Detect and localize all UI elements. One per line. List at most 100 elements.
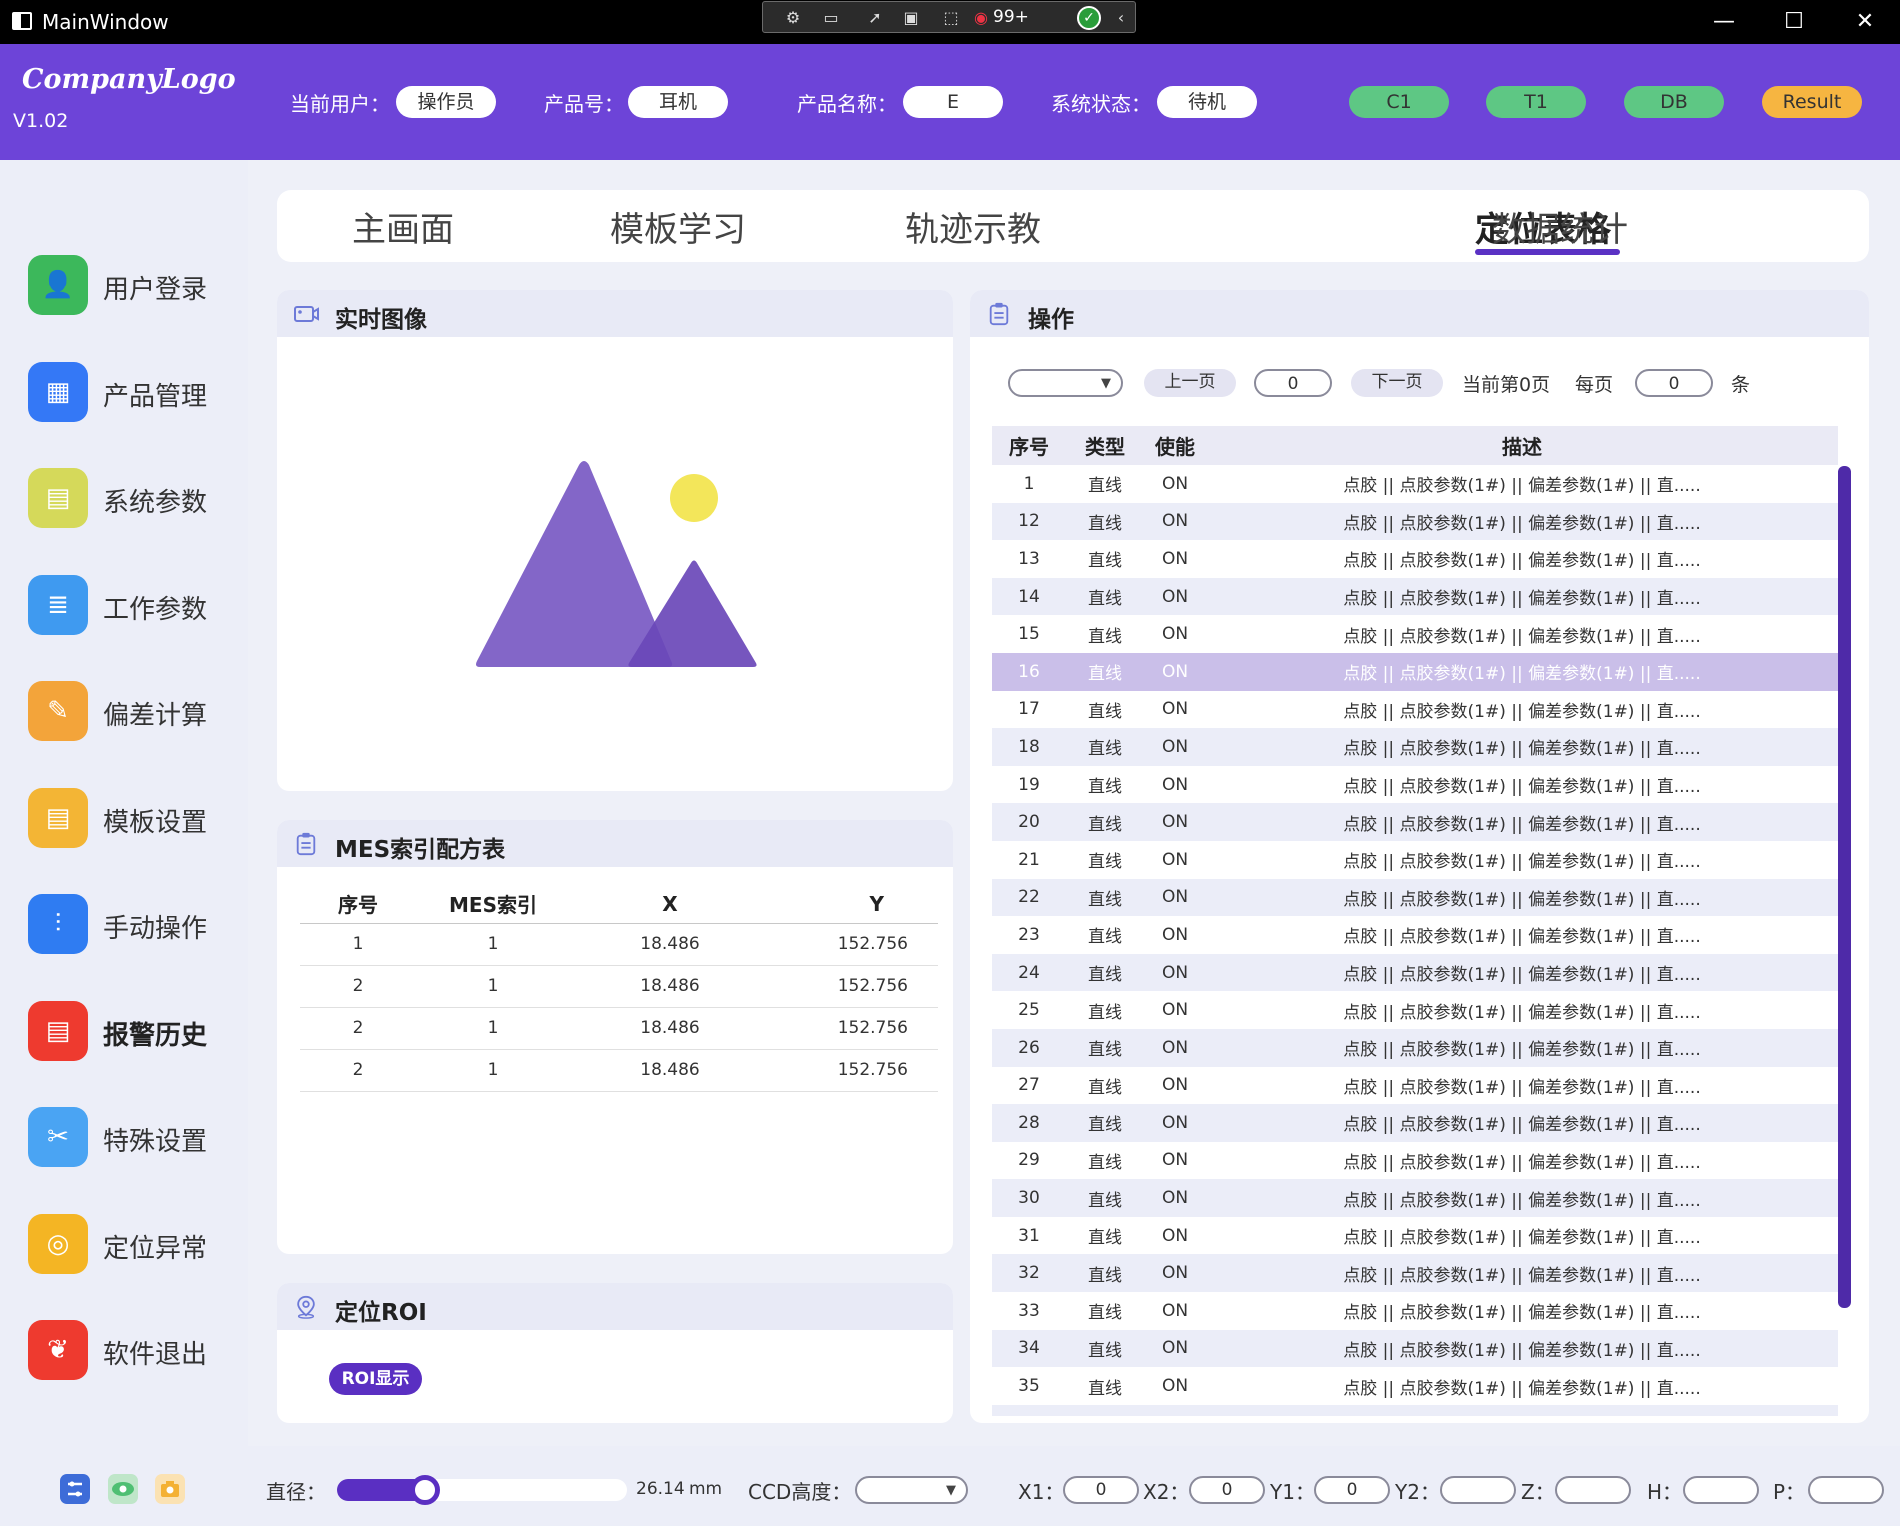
table-cell: 19 xyxy=(1018,774,1040,795)
c1-button[interactable]: C1 xyxy=(1349,86,1449,118)
sidebar-item-2[interactable]: ▦ 产品管理 xyxy=(28,361,238,424)
table-row[interactable]: 26 直线 ON 点胶 || 点胶参数(1#) || 偏差参数(1#) || 直...… xyxy=(992,1028,1838,1067)
table-row[interactable]: 24 直线 ON 点胶 || 点胶参数(1#) || 偏差参数(1#) || 直...… xyxy=(992,953,1838,992)
y1-input[interactable]: 0 xyxy=(1314,1476,1390,1504)
collapse-arrow-icon[interactable]: ‹ xyxy=(1109,8,1133,28)
next-page-button[interactable]: 下一页 xyxy=(1351,369,1443,397)
operation-dropdown[interactable]: ▼ xyxy=(1008,369,1123,397)
table-cell: 31 xyxy=(1018,1225,1040,1246)
table-row[interactable]: 31 直线 ON 点胶 || 点胶参数(1#) || 偏差参数(1#) || 直...… xyxy=(992,1217,1838,1255)
tab-trajectory-teaching[interactable]: 轨迹示教 xyxy=(905,202,1041,251)
check-icon[interactable]: ✓ xyxy=(1077,6,1101,30)
roi-display-button[interactable]: ROI显示 xyxy=(329,1363,422,1395)
sidebar-item-3[interactable]: ▤ 系统参数 xyxy=(28,468,238,530)
diameter-value: 26.14 xyxy=(636,1479,685,1499)
ccd-height-dropdown[interactable]: ▼ xyxy=(855,1476,968,1504)
table-cell: 直线 xyxy=(1088,551,1122,572)
eye-icon[interactable] xyxy=(108,1474,138,1504)
table-row[interactable]: 30 直线 ON 点胶 || 点胶参数(1#) || 偏差参数(1#) || 直...… xyxy=(992,1179,1838,1217)
p-input[interactable] xyxy=(1808,1476,1884,1504)
settings-sliders-icon[interactable] xyxy=(60,1474,90,1504)
table-row[interactable]: 12 直线 ON 点胶 || 点胶参数(1#) || 偏差参数(1#) || 直...… xyxy=(992,502,1838,541)
close-button[interactable]: ✕ xyxy=(1845,6,1885,38)
db-button[interactable]: DB xyxy=(1624,86,1724,118)
result-button[interactable]: Result xyxy=(1762,86,1862,118)
system-status-label: 系统状态： xyxy=(1051,92,1151,116)
sidebar-item-7[interactable]: ⫶ 手动操作 xyxy=(28,894,238,956)
table-cell: ON xyxy=(1161,548,1189,569)
table-cell: ON xyxy=(1144,1254,1206,1293)
sidebar-item-6[interactable]: ▤ 模板设置 xyxy=(28,787,238,850)
x2-input[interactable]: 0 xyxy=(1189,1476,1265,1504)
tab-template-learning[interactable]: 模板学习 xyxy=(610,202,746,251)
operation-table-scrollbar[interactable] xyxy=(1838,466,1851,1308)
table-cell: 直线 xyxy=(1066,1329,1144,1368)
sidebar-item-8[interactable]: ▤ 报警历史 xyxy=(28,1000,238,1063)
table-row[interactable]: 32 直线 ON 点胶 || 点胶参数(1#) || 偏差参数(1#) || 直...… xyxy=(992,1254,1838,1293)
prev-page-button[interactable]: 上一页 xyxy=(1144,369,1236,397)
sidebar-item-9[interactable]: ✂ 特殊设置 xyxy=(28,1107,238,1169)
table-row[interactable]: 2 1 18.486 152.756 xyxy=(300,1049,938,1092)
table-row[interactable]: 1 直线 ON 点胶 || 点胶参数(1#) || 偏差参数(1#) || 直....… xyxy=(992,465,1838,503)
operation-table-container[interactable]: 序号 类型 使能 描述 1 直线 ON 点胶 || 点胶参数(1#) || 偏差参数(… xyxy=(992,426,1838,1416)
page-input[interactable]: 0 xyxy=(1254,369,1332,397)
table-cell: ON xyxy=(1144,502,1206,541)
table-row[interactable]: 23 直线 ON 点胶 || 点胶参数(1#) || 偏差参数(1#) || 直...… xyxy=(992,916,1838,954)
sidebar-item-label: 用户登录 xyxy=(103,275,208,305)
tab-main[interactable]: 主画面 xyxy=(352,202,454,251)
z-input[interactable] xyxy=(1555,1476,1631,1504)
table-row[interactable]: 14 直线 ON 点胶 || 点胶参数(1#) || 偏差参数(1#) || 直...… xyxy=(992,577,1838,616)
region-capture-icon[interactable]: ⬚ xyxy=(939,8,963,28)
table-row[interactable]: 27 直线 ON 点胶 || 点胶参数(1#) || 偏差参数(1#) || 直...… xyxy=(992,1067,1838,1105)
tab-data-statistics[interactable]: 数据统计 xyxy=(1492,202,1628,251)
table-row[interactable]: 22 直线 ON 点胶 || 点胶参数(1#) || 偏差参数(1#) || 直...… xyxy=(992,878,1838,917)
user-icon: 👤 xyxy=(28,255,88,315)
screenshot-settings-icon[interactable]: ⚙ xyxy=(781,8,805,28)
table-row[interactable]: 17 直线 ON 点胶 || 点胶参数(1#) || 偏差参数(1#) || 直...… xyxy=(992,691,1838,729)
table-row[interactable]: 21 直线 ON 点胶 || 点胶参数(1#) || 偏差参数(1#) || 直...… xyxy=(992,841,1838,879)
y2-input[interactable] xyxy=(1440,1476,1516,1504)
table-row[interactable]: 18 直线 ON 点胶 || 点胶参数(1#) || 偏差参数(1#) || 直...… xyxy=(992,728,1838,766)
table-row[interactable]: 29 直线 ON 点胶 || 点胶参数(1#) || 偏差参数(1#) || 直...… xyxy=(992,1142,1838,1180)
table-cell: 27 xyxy=(1018,1075,1040,1096)
pointer-select-icon[interactable]: ➚ xyxy=(863,8,887,28)
table-row[interactable]: 33 直线 ON 点胶 || 点胶参数(1#) || 偏差参数(1#) || 直...… xyxy=(992,1292,1838,1330)
record-icon[interactable]: ◉ xyxy=(969,8,993,28)
window-capture-icon[interactable]: ▣ xyxy=(899,8,923,28)
sidebar-item-4[interactable]: ≣ 工作参数 xyxy=(28,574,238,637)
table-row[interactable]: 28 直线 ON 点胶 || 点胶参数(1#) || 偏差参数(1#) || 直...… xyxy=(992,1104,1838,1142)
sidebar-item-5[interactable]: ✎ 偏差计算 xyxy=(28,681,238,743)
table-row[interactable]: 15 直线 ON 点胶 || 点胶参数(1#) || 偏差参数(1#) || 直...… xyxy=(992,615,1838,653)
table-row[interactable]: 25 直线 ON 点胶 || 点胶参数(1#) || 偏差参数(1#) || 直...… xyxy=(992,991,1838,1029)
table-row[interactable]: 13 直线 ON 点胶 || 点胶参数(1#) || 偏差参数(1#) || 直...… xyxy=(992,540,1838,578)
table-row[interactable]: 34 直线 ON 点胶 || 点胶参数(1#) || 偏差参数(1#) || 直...… xyxy=(992,1329,1838,1368)
per-page-input[interactable]: 0 xyxy=(1635,369,1713,397)
table-row[interactable]: 35 直线 ON 点胶 || 点胶参数(1#) || 偏差参数(1#) || 直...… xyxy=(992,1367,1838,1405)
table-row[interactable]: 19 直线 ON 点胶 || 点胶参数(1#) || 偏差参数(1#) || 直...… xyxy=(992,766,1838,804)
table-row[interactable]: 2 1 18.486 152.756 xyxy=(300,1007,938,1050)
sidebar-item-10[interactable]: ◎ 定位异常 xyxy=(28,1213,238,1276)
table-cell: ON xyxy=(1144,1329,1206,1368)
diameter-slider-handle[interactable] xyxy=(409,1475,440,1505)
doc-gear-icon: ▤ xyxy=(28,468,88,528)
h-input[interactable] xyxy=(1683,1476,1759,1504)
table-row[interactable]: 1 1 18.486 152.756 xyxy=(300,923,938,966)
table-cell: 直线 xyxy=(1088,1378,1122,1399)
maximize-button[interactable]: ☐ xyxy=(1774,6,1814,38)
video-icon[interactable]: ▭ xyxy=(819,8,843,28)
minimize-button[interactable]: — xyxy=(1704,6,1744,38)
table-cell: 点胶 || 点胶参数(1#) || 偏差参数(1#) || 直..... xyxy=(1206,1179,1838,1217)
table-cell: 21 xyxy=(1018,849,1040,870)
x1-input[interactable]: 0 xyxy=(1063,1476,1139,1504)
sidebar-item-11[interactable]: ❦ 软件退出 xyxy=(28,1320,238,1382)
camera-icon[interactable] xyxy=(155,1474,185,1504)
t1-button[interactable]: T1 xyxy=(1486,86,1586,118)
sliders-icon: ⫶ xyxy=(28,894,88,954)
table-row[interactable]: 2 1 18.486 152.756 xyxy=(300,965,938,1008)
p-label: P： xyxy=(1773,1480,1806,1504)
y1-label: Y1： xyxy=(1270,1480,1315,1504)
sidebar-item-1[interactable]: 👤 用户登录 xyxy=(28,255,238,317)
table-row[interactable]: 16 直线 ON 点胶 || 点胶参数(1#) || 偏差参数(1#) || 直...… xyxy=(992,652,1838,691)
table-row[interactable]: 36直线ON点胶 || 点胶参数(1#) || 偏差参数(1#) || 直...… xyxy=(992,1404,1838,1416)
table-row[interactable]: 20 直线 ON 点胶 || 点胶参数(1#) || 偏差参数(1#) || 直...… xyxy=(992,803,1838,841)
